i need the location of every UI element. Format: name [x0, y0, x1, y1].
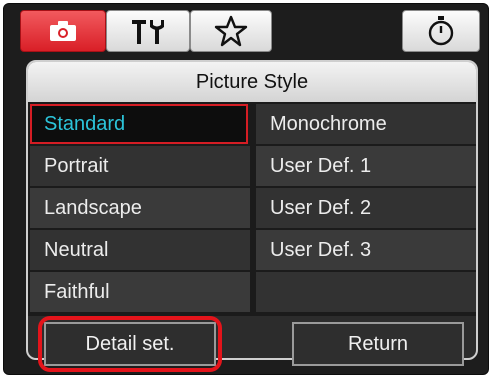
- detail-set-button[interactable]: Detail set.: [44, 322, 216, 366]
- return-button[interactable]: Return: [292, 322, 464, 366]
- camera-icon: [50, 21, 76, 41]
- style-option-user-def-2[interactable]: User Def. 2: [256, 188, 476, 228]
- tab-shooting[interactable]: [20, 10, 106, 52]
- style-option-user-def-1[interactable]: User Def. 1: [256, 146, 476, 186]
- picture-style-list: Standard Portrait Landscape Neutral Fait…: [28, 102, 476, 316]
- style-option-neutral[interactable]: Neutral: [30, 230, 250, 270]
- style-option-monochrome[interactable]: Monochrome: [256, 104, 476, 144]
- style-option-faithful[interactable]: Faithful: [30, 272, 250, 312]
- tab-setup[interactable]: [106, 10, 190, 52]
- style-option-user-def-3[interactable]: User Def. 3: [256, 230, 476, 270]
- timer-icon: [428, 16, 454, 46]
- tab-timer[interactable]: [402, 10, 480, 52]
- tools-icon: [132, 20, 164, 44]
- style-option-portrait[interactable]: Portrait: [30, 146, 250, 186]
- style-option-landscape[interactable]: Landscape: [30, 188, 250, 228]
- star-icon: [214, 15, 248, 47]
- picture-style-panel: Picture Style Standard Portrait Landscap…: [26, 60, 478, 360]
- style-option-empty: [256, 272, 476, 312]
- tab-custom[interactable]: [190, 10, 272, 52]
- panel-title: Picture Style: [28, 62, 476, 102]
- style-option-standard[interactable]: Standard: [30, 104, 248, 144]
